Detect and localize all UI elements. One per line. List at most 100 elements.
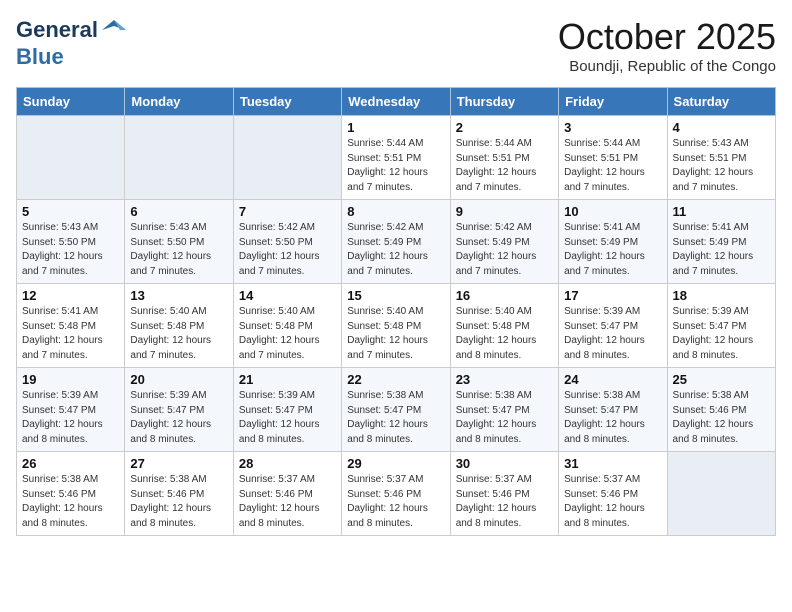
weekday-header-thursday: Thursday	[450, 88, 558, 116]
calendar-cell: 7 Sunrise: 5:42 AM Sunset: 5:50 PM Daylig…	[233, 200, 341, 284]
week-row-3: 12Sunrise: 5:41 AM Sunset: 5:48 PM Dayli…	[17, 284, 776, 368]
day-info: Sunrise: 5:37 AM Sunset: 5:46 PM Dayligh…	[239, 473, 336, 531]
calendar-table: SundayMondayTuesdayWednesdayThursdayFrid…	[16, 87, 776, 536]
day-number: 16	[456, 288, 553, 303]
calendar-cell: 23 Sunrise: 5:38 AM Sunset: 5:47 PM Dayli…	[450, 368, 558, 452]
calendar-cell: 6 Sunrise: 5:43 AM Sunset: 5:50 PM Daylig…	[125, 200, 233, 284]
day-info: Sunrise: 5:42 AM Sunset: 5:49 PM Dayligh…	[347, 221, 444, 279]
day-info: Sunrise: 5:38 AM Sunset: 5:47 PM Dayligh…	[347, 389, 444, 447]
day-info: Sunrise: 5:39 AM Sunset: 5:47 PM Dayligh…	[239, 389, 336, 447]
calendar-cell	[233, 116, 341, 200]
logo-bird-icon	[100, 16, 128, 44]
calendar-cell: 3Sunrise: 5:44 AM Sunset: 5:51 PM Daylig…	[559, 116, 667, 200]
calendar-cell: 24 Sunrise: 5:38 AM Sunset: 5:47 PM Dayli…	[559, 368, 667, 452]
day-info: Sunrise: 5:39 AM Sunset: 5:47 PM Dayligh…	[130, 389, 227, 447]
day-info: Sunrise: 5:39 AM Sunset: 5:47 PM Dayligh…	[673, 305, 770, 363]
day-info: Sunrise: 5:40 AM Sunset: 5:48 PM Dayligh…	[456, 305, 553, 363]
day-number: 13	[130, 288, 227, 303]
day-number: 18	[673, 288, 770, 303]
calendar-cell	[17, 116, 125, 200]
calendar-cell: 13 Sunrise: 5:40 AM Sunset: 5:48 PM Dayli…	[125, 284, 233, 368]
day-number: 15	[347, 288, 444, 303]
day-number: 2	[456, 120, 553, 135]
calendar-cell: 21 Sunrise: 5:39 AM Sunset: 5:47 PM Dayli…	[233, 368, 341, 452]
day-number: 1	[347, 120, 444, 135]
calendar-cell	[125, 116, 233, 200]
calendar-cell: 10Sunrise: 5:41 AM Sunset: 5:49 PM Dayli…	[559, 200, 667, 284]
weekday-header-monday: Monday	[125, 88, 233, 116]
day-info: Sunrise: 5:38 AM Sunset: 5:46 PM Dayligh…	[130, 473, 227, 531]
day-number: 30	[456, 456, 553, 471]
day-info: Sunrise: 5:44 AM Sunset: 5:51 PM Dayligh…	[347, 137, 444, 195]
day-info: Sunrise: 5:43 AM Sunset: 5:51 PM Dayligh…	[673, 137, 770, 195]
calendar-cell	[667, 452, 775, 536]
logo: General Blue	[16, 16, 128, 70]
day-number: 5	[22, 204, 119, 219]
day-info: Sunrise: 5:39 AM Sunset: 5:47 PM Dayligh…	[564, 305, 661, 363]
day-info: Sunrise: 5:44 AM Sunset: 5:51 PM Dayligh…	[456, 137, 553, 195]
weekday-header-tuesday: Tuesday	[233, 88, 341, 116]
week-row-1: 1 Sunrise: 5:44 AM Sunset: 5:51 PM Daylig…	[17, 116, 776, 200]
day-number: 24	[564, 372, 661, 387]
calendar-cell: 27 Sunrise: 5:38 AM Sunset: 5:46 PM Dayli…	[125, 452, 233, 536]
calendar-cell: 31 Sunrise: 5:37 AM Sunset: 5:46 PM Dayli…	[559, 452, 667, 536]
weekday-header-saturday: Saturday	[667, 88, 775, 116]
day-info: Sunrise: 5:40 AM Sunset: 5:48 PM Dayligh…	[130, 305, 227, 363]
day-info: Sunrise: 5:37 AM Sunset: 5:46 PM Dayligh…	[564, 473, 661, 531]
month-title: October 2025	[558, 16, 776, 58]
week-row-2: 5 Sunrise: 5:43 AM Sunset: 5:50 PM Daylig…	[17, 200, 776, 284]
day-number: 23	[456, 372, 553, 387]
day-number: 12	[22, 288, 119, 303]
weekday-header-row: SundayMondayTuesdayWednesdayThursdayFrid…	[17, 88, 776, 116]
calendar-cell: 17 Sunrise: 5:39 AM Sunset: 5:47 PM Dayli…	[559, 284, 667, 368]
week-row-5: 26 Sunrise: 5:38 AM Sunset: 5:46 PM Dayli…	[17, 452, 776, 536]
day-info: Sunrise: 5:38 AM Sunset: 5:47 PM Dayligh…	[456, 389, 553, 447]
day-info: Sunrise: 5:38 AM Sunset: 5:47 PM Dayligh…	[564, 389, 661, 447]
day-number: 4	[673, 120, 770, 135]
day-info: Sunrise: 5:37 AM Sunset: 5:46 PM Dayligh…	[347, 473, 444, 531]
day-info: Sunrise: 5:41 AM Sunset: 5:49 PM Dayligh…	[673, 221, 770, 279]
day-number: 25	[673, 372, 770, 387]
calendar-cell: 2 Sunrise: 5:44 AM Sunset: 5:51 PM Daylig…	[450, 116, 558, 200]
day-info: Sunrise: 5:43 AM Sunset: 5:50 PM Dayligh…	[22, 221, 119, 279]
day-info: Sunrise: 5:42 AM Sunset: 5:50 PM Dayligh…	[239, 221, 336, 279]
day-number: 26	[22, 456, 119, 471]
day-number: 11	[673, 204, 770, 219]
calendar-cell: 26 Sunrise: 5:38 AM Sunset: 5:46 PM Dayli…	[17, 452, 125, 536]
weekday-header-wednesday: Wednesday	[342, 88, 450, 116]
calendar-cell: 29Sunrise: 5:37 AM Sunset: 5:46 PM Dayli…	[342, 452, 450, 536]
calendar-cell: 20 Sunrise: 5:39 AM Sunset: 5:47 PM Dayli…	[125, 368, 233, 452]
title-block: October 2025 Boundji, Republic of the Co…	[558, 16, 776, 75]
day-info: Sunrise: 5:37 AM Sunset: 5:46 PM Dayligh…	[456, 473, 553, 531]
day-number: 6	[130, 204, 227, 219]
day-number: 19	[22, 372, 119, 387]
day-number: 3	[564, 120, 661, 135]
calendar-cell: 12Sunrise: 5:41 AM Sunset: 5:48 PM Dayli…	[17, 284, 125, 368]
calendar-cell: 30 Sunrise: 5:37 AM Sunset: 5:46 PM Dayli…	[450, 452, 558, 536]
day-number: 31	[564, 456, 661, 471]
day-info: Sunrise: 5:38 AM Sunset: 5:46 PM Dayligh…	[673, 389, 770, 447]
calendar-cell: 19 Sunrise: 5:39 AM Sunset: 5:47 PM Dayli…	[17, 368, 125, 452]
calendar-cell: 5 Sunrise: 5:43 AM Sunset: 5:50 PM Daylig…	[17, 200, 125, 284]
day-number: 8	[347, 204, 444, 219]
day-number: 7	[239, 204, 336, 219]
day-info: Sunrise: 5:43 AM Sunset: 5:50 PM Dayligh…	[130, 221, 227, 279]
logo-general: General	[16, 17, 98, 43]
day-info: Sunrise: 5:39 AM Sunset: 5:47 PM Dayligh…	[22, 389, 119, 447]
day-number: 27	[130, 456, 227, 471]
day-number: 14	[239, 288, 336, 303]
day-number: 28	[239, 456, 336, 471]
calendar-cell: 28 Sunrise: 5:37 AM Sunset: 5:46 PM Dayli…	[233, 452, 341, 536]
calendar-cell: 14Sunrise: 5:40 AM Sunset: 5:48 PM Dayli…	[233, 284, 341, 368]
logo-blue: Blue	[16, 44, 64, 69]
day-number: 9	[456, 204, 553, 219]
day-number: 20	[130, 372, 227, 387]
calendar-cell: 18 Sunrise: 5:39 AM Sunset: 5:47 PM Dayli…	[667, 284, 775, 368]
day-info: Sunrise: 5:42 AM Sunset: 5:49 PM Dayligh…	[456, 221, 553, 279]
weekday-header-friday: Friday	[559, 88, 667, 116]
page-header: General Blue October 2025 Boundji, Repub…	[16, 16, 776, 75]
day-number: 17	[564, 288, 661, 303]
day-info: Sunrise: 5:38 AM Sunset: 5:46 PM Dayligh…	[22, 473, 119, 531]
day-number: 21	[239, 372, 336, 387]
calendar-cell: 22Sunrise: 5:38 AM Sunset: 5:47 PM Dayli…	[342, 368, 450, 452]
